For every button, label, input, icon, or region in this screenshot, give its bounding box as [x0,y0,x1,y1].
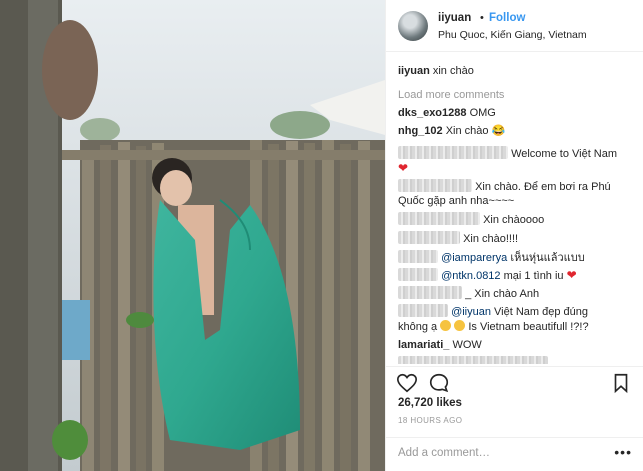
comment-text: Xin chào. Để em bơi ra Phú [475,181,611,193]
mention-link[interactable]: @iamparerya [441,252,507,264]
blurred-comment [398,356,548,364]
comment-text: _ Xin chào Anh [465,288,540,300]
comment-text: Xin chào!!!! [463,233,519,245]
comment-text: xin chào [432,65,474,77]
mention-link[interactable]: @iiyuan [451,306,491,318]
add-comment-bar: ••• [386,437,643,471]
heart-icon: ❤ [566,268,577,282]
comment-text: Việt Nam đẹp đúng [494,306,589,318]
blurred-username [398,250,438,263]
heart-icon: ❤ [398,161,409,175]
post-timestamp: 18 HOURS AGO [398,416,463,425]
comment-text: เห็นหุ่นแล้วแบบ [510,252,585,264]
comment-username[interactable]: dks_exo1288 [398,107,467,119]
comment: @iamparerya เห็นหุ่นแล้วแบบ [398,250,585,266]
comment-text: WOW [452,339,482,351]
comments-list: iiyuan xin chào Load more comments dks_e… [398,64,638,364]
mention-link[interactable]: @ntkn.0812 [441,270,501,282]
heart-icon[interactable] [396,372,418,394]
comment: Welcome to Việt Nam [398,146,617,162]
comment: lamariati_ WOW [398,338,482,353]
comment: Xin chàoooo [398,212,544,228]
comment-text: mại 1 tình iu [503,270,564,282]
blurred-username [398,268,438,281]
heart-emoji: ❤ [398,161,408,177]
blurred-username [398,212,480,225]
comment: Xin chào. Để em bơi ra Phú [398,179,611,195]
comment: @ntkn.0812 mại 1 tình iu ❤ [398,268,577,284]
comment-partial [398,356,548,364]
separator-dot: • [480,12,484,24]
add-comment-input[interactable] [398,447,588,459]
comment-text: không ạ [398,321,438,333]
comment: @iiyuan Việt Nam đẹp đúng [398,304,588,320]
smile-emoji-icon [440,320,452,331]
post-image [0,0,385,471]
action-bar [386,366,643,396]
comment: dks_exo1288 OMG [398,106,496,121]
comment: _ Xin chào Anh [398,286,539,302]
caption: iiyuan xin chào [398,64,474,79]
blurred-username [398,304,448,317]
follow-button[interactable]: Follow [489,12,525,24]
bookmark-icon[interactable] [610,372,632,394]
comment-text: Welcome to Việt Nam [511,148,618,160]
post-photo [0,0,385,471]
comment-continued: không ạ Is Vietnam beautifull !?!? [398,320,589,335]
comment: Xin chào!!!! [398,231,518,247]
comment-text: OMG [469,107,496,119]
more-options-icon[interactable]: ••• [614,444,632,460]
comment-text: Xin chào 😂 [445,125,506,137]
load-more-comments[interactable]: Load more comments [398,88,504,103]
comment-text: Xin chàoooo [483,214,545,226]
avatar[interactable] [398,11,428,41]
comment-icon[interactable] [428,372,450,394]
blurred-username [398,179,472,192]
comment-continued: Quốc gặp anh nha~~~~ [398,195,515,207]
comment-username[interactable]: nhg_102 [398,125,443,137]
comment-username[interactable]: lamariati_ [398,339,449,351]
blurred-username [398,286,462,299]
comment: nhg_102 Xin chào 😂 [398,124,505,139]
blurred-username [398,231,460,244]
likes-count[interactable]: 26,720 likes [398,397,462,409]
post-username[interactable]: iiyuan [438,12,471,24]
blurred-username [398,146,508,159]
post-location[interactable]: Phu Quoc, Kiến Giang, Vietnam [438,29,587,41]
comment-username[interactable]: iiyuan [398,65,430,77]
comment-text: Is Vietnam beautifull !?!? [468,321,589,333]
post-details-panel: iiyuan • Follow Phu Quoc, Kiến Giang, Vi… [385,0,643,471]
post-header: iiyuan • Follow Phu Quoc, Kiến Giang, Vi… [386,0,643,52]
smile-emoji-icon [454,320,466,331]
